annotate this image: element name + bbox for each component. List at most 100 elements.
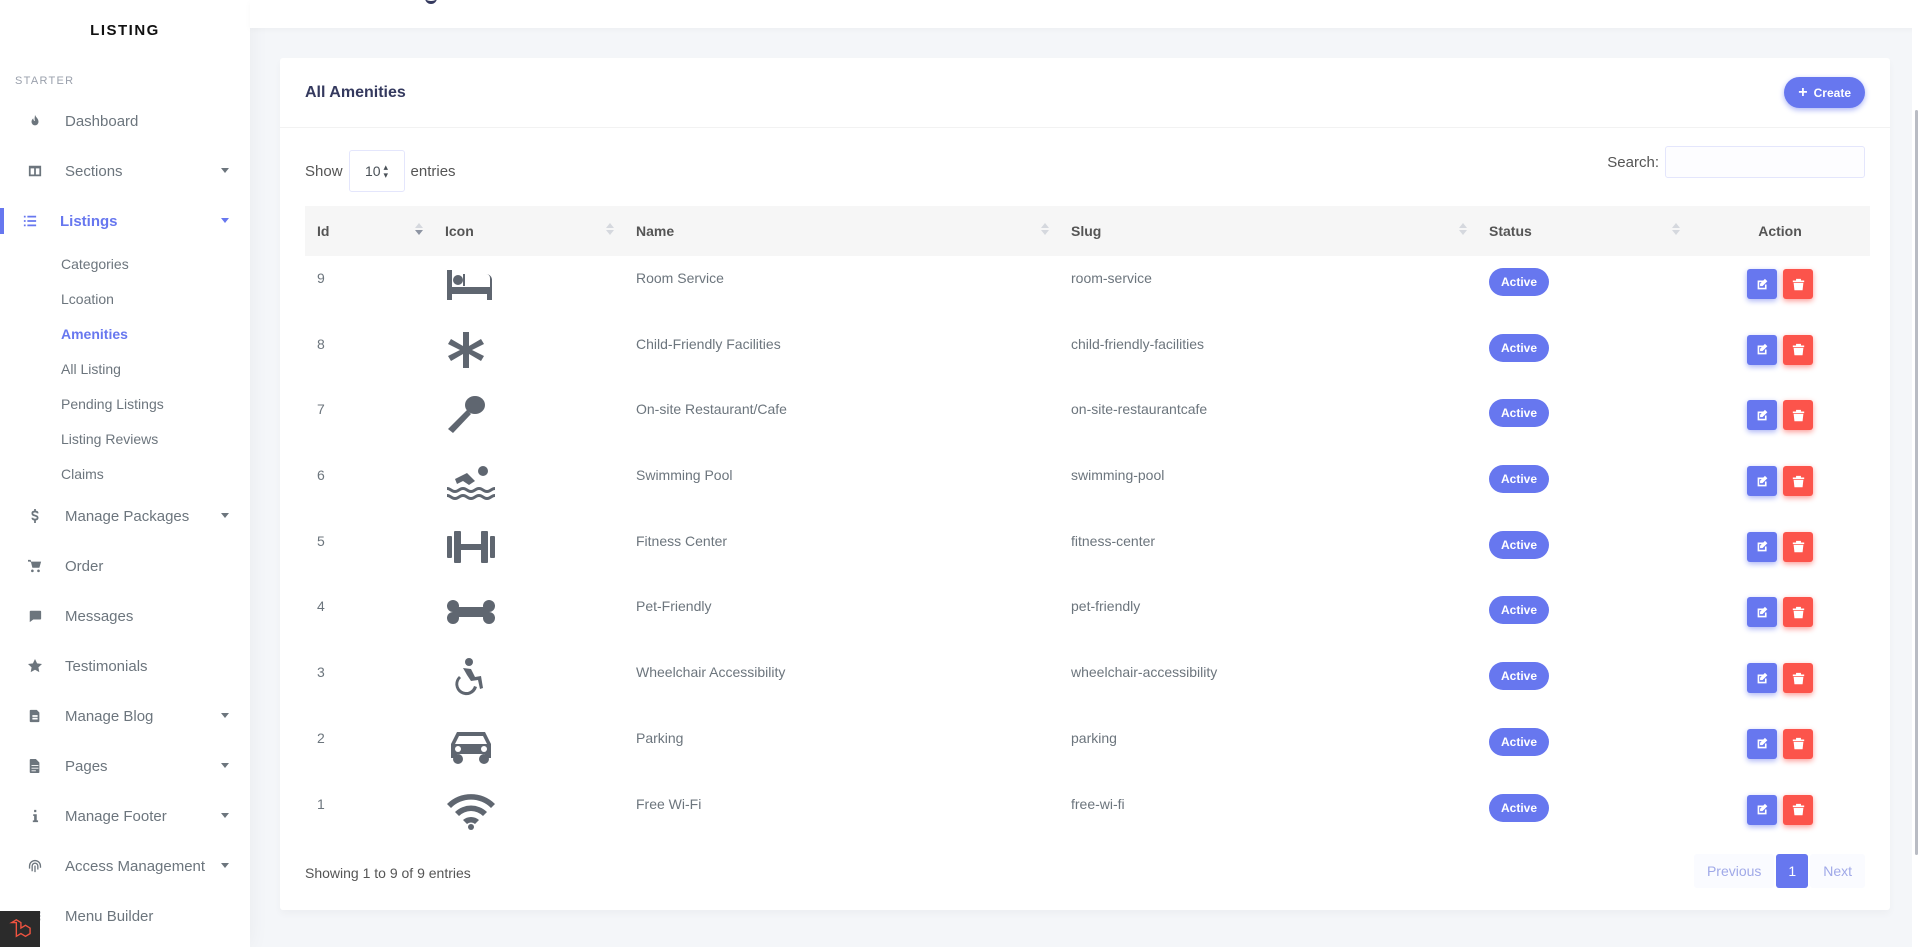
edit-button[interactable] bbox=[1747, 531, 1777, 562]
delete-button[interactable] bbox=[1783, 728, 1813, 759]
cell-status: Active bbox=[1477, 256, 1690, 322]
cell-name: Wheelchair Accessibility bbox=[636, 664, 786, 681]
column-header-name[interactable]: Name bbox=[624, 206, 1059, 256]
submenu-item-location[interactable]: Lcoation bbox=[0, 281, 250, 316]
cell-name: On-site Restaurant/Cafe bbox=[636, 401, 787, 418]
trash-icon bbox=[1792, 409, 1804, 422]
pagination: Previous 1 Next bbox=[1693, 854, 1865, 888]
create-button-label: Create bbox=[1813, 85, 1851, 100]
delete-button[interactable] bbox=[1783, 400, 1813, 431]
cell-name: Room Service bbox=[636, 270, 724, 286]
edit-button[interactable] bbox=[1747, 663, 1777, 694]
status-badge: Active bbox=[1489, 662, 1550, 691]
cell-action bbox=[1690, 322, 1870, 388]
edit-button[interactable] bbox=[1747, 334, 1777, 365]
edit-button[interactable] bbox=[1747, 400, 1777, 431]
delete-button[interactable] bbox=[1783, 663, 1813, 694]
edit-button[interactable] bbox=[1747, 269, 1777, 299]
table-row: 2 Parking parking Active bbox=[305, 716, 1870, 782]
cell-status: Active bbox=[1477, 519, 1690, 585]
edit-button[interactable] bbox=[1747, 794, 1777, 825]
chevron-down-icon bbox=[221, 813, 229, 818]
list-icon bbox=[23, 214, 37, 228]
submenu-item-listing-reviews[interactable]: Listing Reviews bbox=[0, 421, 250, 456]
cell-icon bbox=[433, 650, 624, 716]
dumbbell-icon bbox=[447, 530, 495, 563]
cell-action bbox=[1690, 584, 1870, 650]
column-header-action: Action bbox=[1758, 223, 1802, 239]
sidebar-item-manage-footer[interactable]: Manage Footer bbox=[0, 791, 250, 841]
edit-icon bbox=[1757, 409, 1767, 421]
cell-action bbox=[1690, 453, 1870, 519]
sidebar-item-pages[interactable]: Pages bbox=[0, 741, 250, 791]
cell-status: Active bbox=[1477, 584, 1690, 650]
brand-logo[interactable]: LISTING bbox=[0, 0, 250, 60]
cell-icon bbox=[433, 782, 624, 848]
message-icon bbox=[28, 609, 42, 623]
sidebar-item-order[interactable]: Order bbox=[0, 541, 250, 591]
scrollbar-thumb[interactable] bbox=[1915, 110, 1918, 855]
search-input[interactable] bbox=[1665, 146, 1865, 178]
column-header-id[interactable]: Id bbox=[305, 206, 433, 256]
cell-status: Active bbox=[1477, 650, 1690, 716]
page-scrollbar[interactable] bbox=[1912, 0, 1920, 947]
delete-button[interactable] bbox=[1783, 597, 1813, 628]
submenu-item-categories[interactable]: Categories bbox=[0, 246, 250, 281]
column-header-slug[interactable]: Slug bbox=[1059, 206, 1477, 256]
delete-button[interactable] bbox=[1783, 269, 1813, 299]
bone-icon bbox=[447, 600, 495, 625]
edit-button[interactable] bbox=[1747, 597, 1777, 628]
status-badge: Active bbox=[1489, 465, 1550, 494]
select-arrows-icon: ▴ ▾ bbox=[383, 162, 389, 180]
submenu-item-all-listing[interactable]: All Listing bbox=[0, 351, 250, 386]
submenu-item-pending-listings[interactable]: Pending Listings bbox=[0, 386, 250, 421]
cell-status: Active bbox=[1477, 453, 1690, 519]
trash-icon bbox=[1792, 344, 1804, 356]
cell-name: Free Wi-Fi bbox=[636, 795, 702, 812]
delete-button[interactable] bbox=[1783, 794, 1813, 825]
cell-icon bbox=[433, 519, 624, 585]
trash-icon bbox=[1792, 672, 1804, 684]
top-navbar bbox=[250, 0, 1920, 28]
dollar-icon bbox=[28, 509, 42, 523]
create-button[interactable]: + Create bbox=[1784, 77, 1865, 108]
cell-action bbox=[1690, 387, 1870, 453]
sidebar-item-label: Access Management bbox=[65, 857, 206, 875]
status-badge: Active bbox=[1489, 268, 1550, 296]
trash-icon bbox=[1792, 803, 1804, 816]
laravel-logo-icon[interactable] bbox=[0, 911, 40, 947]
sidebar-item-manage-packages[interactable]: Manage Packages bbox=[0, 491, 250, 541]
page-button-current[interactable]: 1 bbox=[1776, 854, 1809, 888]
cell-icon bbox=[433, 584, 624, 650]
delete-button[interactable] bbox=[1783, 334, 1813, 365]
edit-icon bbox=[1757, 803, 1767, 815]
sidebar-item-label: Manage Packages bbox=[65, 507, 190, 525]
fingerprint-icon bbox=[28, 859, 42, 873]
card-header: All Amenities + Create bbox=[280, 58, 1890, 128]
edit-button[interactable] bbox=[1747, 728, 1777, 759]
sidebar-item-dashboard[interactable]: Dashboard bbox=[0, 96, 250, 146]
submenu-item-amenities[interactable]: Amenities bbox=[0, 316, 250, 351]
cell-id: 1 bbox=[317, 795, 325, 812]
next-page-button[interactable]: Next bbox=[1810, 854, 1865, 888]
cell-id: 3 bbox=[317, 664, 325, 681]
sidebar-item-testimonials[interactable]: Testimonials bbox=[0, 641, 250, 691]
column-header-icon[interactable]: Icon bbox=[433, 206, 624, 256]
entries-select[interactable]: 10 ▴ ▾ bbox=[348, 150, 405, 192]
delete-button[interactable] bbox=[1783, 531, 1813, 562]
edit-button[interactable] bbox=[1747, 466, 1777, 497]
sidebar-item-listings[interactable]: Listings bbox=[0, 196, 250, 246]
table-row: 7 On-site Restaurant/Cafe on-site-restau… bbox=[305, 387, 1870, 453]
sidebar-item-label: Menu Builder bbox=[65, 907, 154, 925]
cell-id: 8 bbox=[317, 335, 325, 352]
column-header-status[interactable]: Status bbox=[1477, 206, 1690, 256]
submenu-item-claims[interactable]: Claims bbox=[0, 456, 250, 491]
sidebar-item-sections[interactable]: Sections bbox=[0, 146, 250, 196]
delete-button[interactable] bbox=[1783, 466, 1813, 497]
sidebar-item-manage-blog[interactable]: Manage Blog bbox=[0, 691, 250, 741]
previous-page-button[interactable]: Previous bbox=[1693, 854, 1775, 888]
sidebar-item-access-management[interactable]: Access Management bbox=[0, 841, 250, 891]
cell-slug: fitness-center bbox=[1071, 532, 1156, 549]
sidebar-item-messages[interactable]: Messages bbox=[0, 591, 250, 641]
cell-status: Active bbox=[1477, 716, 1690, 782]
